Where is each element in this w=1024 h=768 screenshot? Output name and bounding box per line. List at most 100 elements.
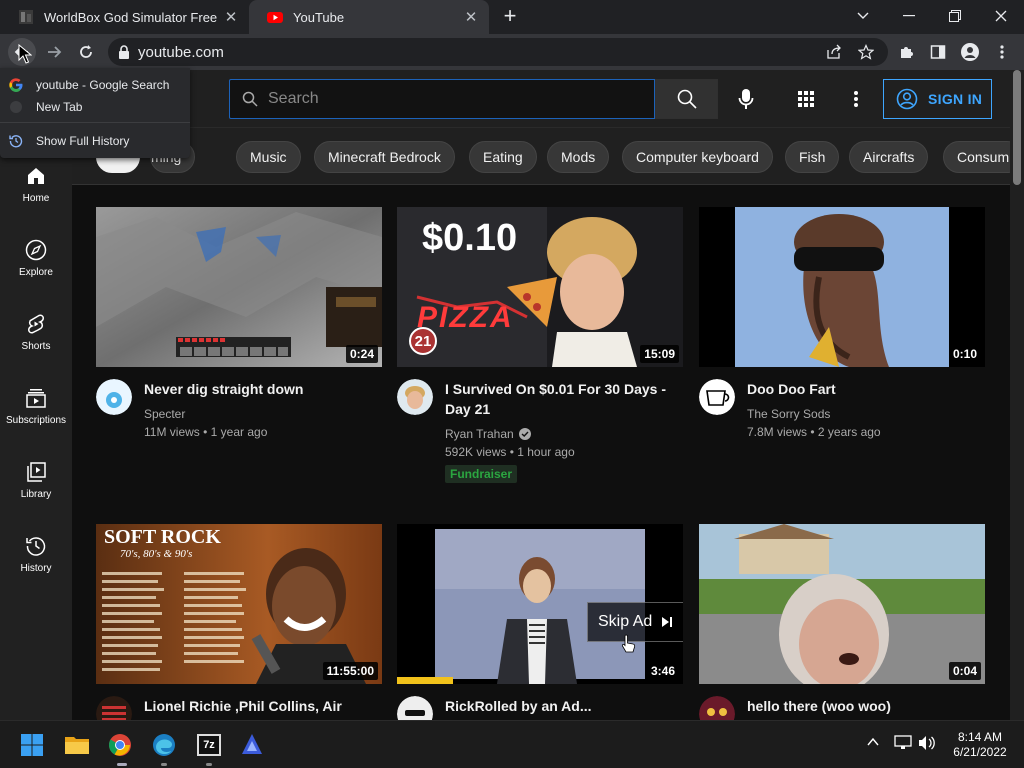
chip[interactable]: Eating	[469, 141, 537, 173]
tab-worldbox[interactable]: WorldBox God Simulator Free Do ✕	[0, 0, 249, 34]
chrome-menu-icon[interactable]	[988, 38, 1016, 66]
browser-toolbar: youtube.com	[0, 34, 1024, 70]
settings-more-icon[interactable]	[840, 83, 872, 115]
close-tab-icon[interactable]: ✕	[461, 8, 481, 26]
app-icon[interactable]	[236, 729, 268, 761]
app-indicator	[206, 763, 212, 766]
windows-start-icon[interactable]	[16, 729, 48, 761]
active-app-indicator	[117, 763, 127, 766]
show-full-history-item[interactable]: Show Full History	[0, 130, 190, 152]
chrome-icon[interactable]	[104, 729, 136, 761]
channel-name[interactable]: Ryan Trahan	[445, 427, 531, 441]
profile-avatar-icon[interactable]	[956, 38, 984, 66]
7zip-icon[interactable]: 7z	[193, 729, 225, 761]
restore-button[interactable]	[932, 0, 978, 32]
chip[interactable]: Fish	[785, 141, 840, 173]
video-title[interactable]: hello there (woo woo)	[747, 696, 979, 716]
chip[interactable]: Mods	[547, 141, 610, 173]
sidebar-item-label: Subscriptions	[5, 414, 67, 426]
video-thumbnail[interactable]: $0.10 PIZZA 21 15:09	[397, 207, 683, 367]
sidebar-item-explore[interactable]: Explore	[0, 221, 72, 295]
video-title[interactable]: RickRolled by an Ad...	[445, 696, 677, 716]
video-card[interactable]: 0:04 hello there (woo woo)	[699, 524, 985, 720]
chip[interactable]: Minecraft Bedrock	[314, 141, 455, 173]
sidebar-item-shorts[interactable]: Shorts	[0, 295, 72, 369]
url-text: youtube.com	[138, 43, 224, 61]
file-explorer-icon[interactable]	[61, 729, 93, 761]
tab-youtube[interactable]: YouTube ✕	[249, 0, 489, 34]
skip-ad-label: Skip Ad	[598, 613, 653, 630]
video-card[interactable]: $0.10 PIZZA 21 15:09 I Survived On $0.01…	[397, 207, 683, 487]
youtube-favicon-icon	[267, 9, 283, 25]
share-icon[interactable]	[826, 44, 842, 60]
new-tab-button[interactable]: +	[498, 4, 522, 28]
search-button[interactable]	[655, 79, 718, 119]
channel-avatar[interactable]	[397, 379, 433, 415]
tab-title: YouTube	[293, 9, 345, 25]
bookmark-star-icon[interactable]	[858, 44, 874, 60]
lock-icon[interactable]	[118, 45, 130, 59]
thumbnail-soft-rock-text: SOFT ROCK	[104, 526, 221, 548]
minimize-button[interactable]	[886, 0, 932, 32]
address-bar[interactable]: youtube.com	[108, 38, 888, 66]
chip[interactable]: Aircrafts	[849, 141, 929, 173]
search-input[interactable]	[268, 90, 638, 108]
sidebar-item-home[interactable]: Home	[0, 147, 72, 221]
video-duration: 11:55:00	[322, 662, 378, 680]
history-item-google-search[interactable]: youtube - Google Search	[0, 74, 190, 96]
forward-button[interactable]	[40, 38, 68, 66]
apps-grid-icon[interactable]	[790, 83, 822, 115]
sidebar-item-label: Explore	[19, 266, 53, 278]
video-title[interactable]: Never dig straight down	[144, 379, 376, 399]
video-thumbnail[interactable]: 0:10	[699, 207, 985, 367]
video-thumbnail[interactable]: SOFT ROCK 70's, 80's & 90's 11:55:00	[96, 524, 382, 684]
chip[interactable]: Computer keyboard	[622, 141, 773, 173]
video-title[interactable]: Lionel Richie ,Phil Collins, Air	[144, 696, 376, 716]
close-tab-icon[interactable]: ✕	[221, 8, 241, 26]
clock-date: 6/21/2022	[953, 745, 1007, 759]
video-title[interactable]: Doo Doo Fart	[747, 379, 979, 399]
sidebar: Home Explore Shorts Subscriptions Librar…	[0, 127, 72, 720]
extensions-puzzle-icon[interactable]	[892, 38, 920, 66]
video-card[interactable]: 0:10 Doo Doo Fart The Sorry Sods 7.8M vi…	[699, 207, 985, 447]
chip[interactable]: Consum	[943, 141, 1010, 173]
sidebar-item-library[interactable]: Library	[0, 443, 72, 517]
video-title[interactable]: I Survived On $0.01 For 30 Days - Day 21	[445, 379, 677, 419]
reload-button[interactable]	[72, 38, 100, 66]
history-item-new-tab[interactable]: New Tab	[0, 96, 190, 118]
sidebar-item-history[interactable]: History	[0, 517, 72, 591]
channel-avatar[interactable]	[699, 379, 735, 415]
channel-avatar[interactable]	[96, 696, 132, 720]
search-box[interactable]	[229, 79, 655, 119]
volume-icon[interactable]	[918, 735, 936, 751]
video-card[interactable]: SOFT ROCK 70's, 80's & 90's 11:55:00 Lio…	[96, 524, 382, 720]
channel-name[interactable]: The Sorry Sods	[747, 407, 830, 421]
video-duration: 0:04	[948, 662, 981, 680]
home-icon	[28, 167, 44, 184]
sign-in-button[interactable]: SIGN IN	[883, 79, 992, 119]
channel-name[interactable]: Specter	[144, 407, 185, 421]
sidebar-item-subscriptions[interactable]: Subscriptions	[0, 369, 72, 443]
video-card[interactable]: Skip Ad 3:46 RickRolled by an Ad...	[397, 524, 683, 720]
thumbnail-decades-text: 70's, 80's & 90's	[120, 548, 193, 560]
shorts-icon	[28, 314, 44, 333]
system-clock[interactable]: 8:14 AM 6/21/2022	[944, 730, 1016, 760]
video-thumbnail[interactable]: Skip Ad 3:46	[397, 524, 683, 684]
channel-avatar[interactable]	[96, 379, 132, 415]
network-icon[interactable]	[894, 735, 912, 751]
edge-icon[interactable]	[148, 729, 180, 761]
side-panel-icon[interactable]	[924, 38, 952, 66]
show-hidden-icons-chevron-icon[interactable]	[866, 735, 880, 749]
video-card[interactable]: 0:24 Never dig straight down Specter 11M…	[96, 207, 382, 447]
voice-search-mic-icon[interactable]	[730, 83, 762, 115]
video-thumbnail[interactable]: 0:24	[96, 207, 382, 367]
channel-avatar[interactable]	[699, 696, 735, 720]
divider	[0, 122, 190, 123]
tab-search-chevron-icon[interactable]	[840, 0, 886, 32]
video-thumbnail[interactable]: 0:04	[699, 524, 985, 684]
channel-avatar[interactable]	[397, 696, 433, 720]
close-window-button[interactable]	[978, 0, 1024, 32]
page-scrollbar-thumb[interactable]	[1013, 70, 1021, 185]
chip[interactable]: Music	[236, 141, 301, 173]
windows-taskbar: 7z 8:14 AM 6/21/2022	[0, 720, 1024, 768]
